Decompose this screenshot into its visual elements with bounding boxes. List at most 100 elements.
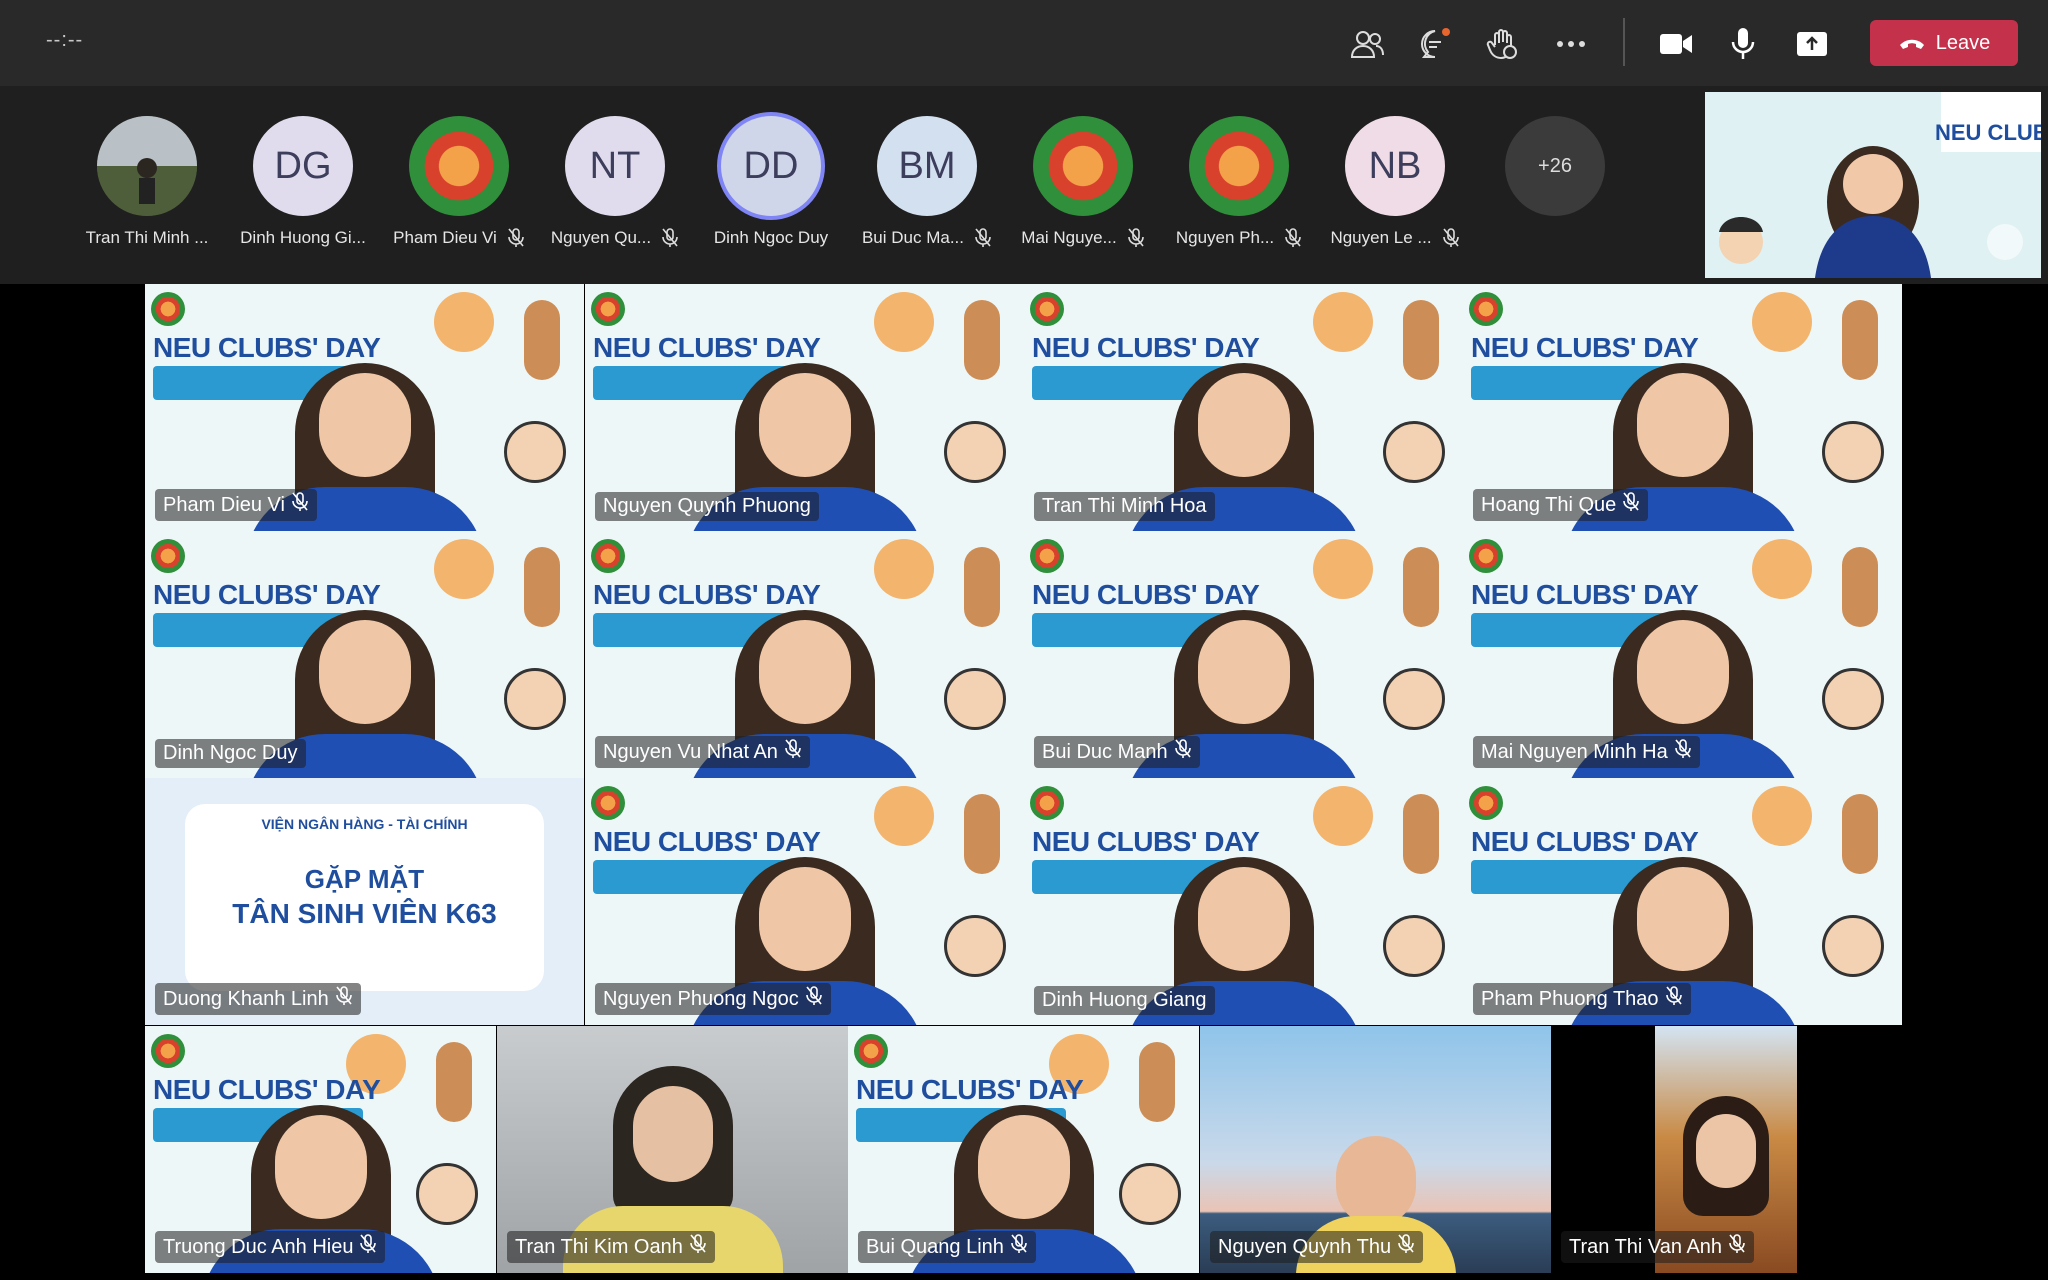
banner-title: NEU CLUBS' DAY [1032, 332, 1260, 363]
avatar: NT [565, 116, 665, 216]
toolbar-divider [1623, 18, 1625, 66]
participant-card[interactable]: DG Dinh Huong Gi... [225, 116, 381, 256]
participant-name-label: Duong Khanh Linh [155, 983, 361, 1015]
video-tile[interactable]: Tran Thi Van Anh [1551, 1026, 1902, 1273]
participant-card[interactable]: Mai Nguye... [1005, 116, 1161, 256]
participant-name: Mai Nguyen Minh Ha [1481, 740, 1668, 763]
participant-name-label: Tran Thi Van Anh [1561, 1231, 1755, 1263]
participant-name: Duong Khanh Linh [163, 987, 329, 1010]
participant-name: Pham Phuong Thao [1481, 987, 1659, 1010]
leave-button[interactable]: Leave [1870, 20, 2018, 66]
meeting-timer: --:-- [46, 29, 84, 51]
participant-name: Nguyen Le ... [1317, 228, 1473, 248]
mic-off-icon [508, 228, 524, 247]
participant-name: Bui Quang Linh [866, 1235, 1004, 1258]
video-tile[interactable]: NEU CLUBS' DAY Nguyen Phuong Ngoc [585, 778, 1024, 1025]
leave-label: Leave [1935, 31, 1991, 54]
video-tile[interactable]: NEU CLUBS' DAY Truong Duc Anh Hieu [145, 1026, 496, 1273]
participant-name: Nguyen Phuong Ngoc [603, 987, 799, 1010]
participant-card[interactable]: Pham Dieu Vi [381, 116, 537, 256]
mic-off-icon [1622, 492, 1640, 518]
slide-title: GẶP MẶT [304, 864, 425, 894]
participant-name: Dinh Ngoc Duy [163, 742, 298, 764]
participant-card[interactable]: NT Nguyen Qu... [537, 116, 693, 256]
video-tile[interactable]: Nguyen Quynh Thu [1200, 1026, 1551, 1273]
microphone-icon[interactable] [1721, 22, 1765, 66]
club-logo-avatar [1033, 116, 1133, 216]
banner-title: NEU CLUBS' DAY [1471, 826, 1699, 857]
video-tile[interactable]: NEU CLUBS' DAY Pham Dieu Vi [145, 284, 584, 531]
banner-title: NEU CLUBS' DAY [1032, 826, 1260, 857]
mic-off-icon [1442, 228, 1459, 247]
participant-name: Truong Duc Anh Hieu [163, 1235, 354, 1258]
video-tile[interactable]: NEU CLUBS' DAY Nguyen Vu Nhat An [585, 531, 1024, 778]
participant-name: Dinh Ngoc Duy [713, 228, 829, 247]
people-icon[interactable] [1345, 22, 1389, 66]
avatar: NB [1345, 116, 1445, 216]
raise-hand-icon[interactable] [1481, 22, 1525, 66]
participant-name-label: Nguyen Quynh Thu [1210, 1231, 1424, 1263]
participant-name: Pham Dieu Vi [163, 493, 285, 516]
video-tile[interactable]: NEU CLUBS' DAY Nguyen Quynh Phuong [585, 284, 1024, 531]
participant-card[interactable]: Tran Thi Minh ... [69, 116, 225, 256]
participant-name-label: Pham Phuong Thao [1473, 983, 1691, 1015]
banner-title: NEU CLUBS' DAY [856, 1074, 1084, 1105]
banner-title: NEU CLUBS' DAY [1032, 579, 1260, 610]
participant-name-label: Bui Duc Manh [1034, 736, 1200, 768]
banner-title: NEU CLUBS' DAY [593, 332, 821, 363]
participant-name: Mai Nguye... [1005, 228, 1161, 248]
more-participants-button[interactable]: +26 [1505, 116, 1605, 216]
participant-name: Pham Dieu Vi [381, 228, 537, 248]
mic-off-icon [359, 1234, 377, 1260]
participant-name: Tran Thi Minh Hoa [1042, 495, 1207, 517]
video-tile[interactable]: NEU CLUBS' DAY Tran Thi Minh Hoa [1024, 284, 1463, 531]
avatar [97, 116, 197, 216]
video-tile[interactable]: NEU CLUBS' DAY Bui Quang Linh [848, 1026, 1199, 1273]
mic-off-icon [689, 1234, 707, 1260]
video-tile[interactable]: NEU CLUBS' DAY Mai Nguyen Minh Ha [1463, 531, 1902, 778]
banner-title: NEU CLUBS' DAY [153, 332, 381, 363]
participant-card[interactable]: NB Nguyen Le ... [1317, 116, 1473, 256]
participant-name: Dinh Huong Gi... [240, 228, 366, 247]
participant-name: Dinh Huong Giang [1042, 989, 1207, 1011]
video-tile[interactable]: NEU CLUBS' DAY Dinh Ngoc Duy [145, 531, 584, 778]
participant-name-label: Tran Thi Minh Hoa [1034, 492, 1215, 521]
mic-off-icon [1285, 228, 1301, 247]
video-tile[interactable]: NEU CLUBS' DAY Dinh Huong Giang [1024, 778, 1463, 1025]
mic-off-icon [1010, 1234, 1028, 1260]
avatar: BM [877, 116, 977, 216]
participant-card[interactable]: BM Bui Duc Ma... [849, 116, 1005, 256]
participant-name: Nguyen Quynh Thu [1218, 1235, 1392, 1258]
mic-off-icon [975, 228, 991, 247]
banner-title: NEU CLUBS' DAY [593, 826, 821, 857]
video-tile[interactable]: Tran Thi Kim Oanh [497, 1026, 848, 1273]
mic-off-icon [1665, 986, 1683, 1012]
participant-name-label: Mai Nguyen Minh Ha [1473, 736, 1700, 768]
participant-name: Tran Thi Kim Oanh [515, 1235, 683, 1258]
video-tile[interactable]: NEU CLUBS' DAY Pham Phuong Thao [1463, 778, 1902, 1025]
participant-name-label: Nguyen Vu Nhat An [595, 736, 810, 768]
participant-card[interactable]: DD Dinh Ngoc Duy [693, 116, 849, 256]
chat-icon[interactable] [1413, 22, 1457, 66]
camera-icon[interactable] [1654, 22, 1698, 66]
video-tile[interactable]: VIỆN NGÂN HÀNG - TÀI CHÍNH GẶP MẶT TÂN SIN… [145, 778, 584, 1025]
participant-name-label: Dinh Ngoc Duy [155, 739, 306, 768]
participant-name-label: Dinh Huong Giang [1034, 986, 1215, 1015]
participant-name: Nguyen Quynh Phuong [603, 495, 811, 517]
banner-title: NEU CLUBS' DAY [1471, 579, 1699, 610]
self-view-video[interactable]: NEU CLUBS' D [1705, 92, 2041, 278]
participant-name: Nguyen Qu... [537, 228, 693, 248]
more-options-icon[interactable] [1549, 22, 1593, 66]
banner-title: NEU CLUBS' DAY [153, 579, 381, 610]
participant-name: Hoang Thi Que [1481, 493, 1617, 516]
participant-card[interactable]: Nguyen Ph... [1161, 116, 1317, 256]
video-tile[interactable]: NEU CLUBS' DAY Hoang Thi Que [1463, 284, 1902, 531]
share-screen-icon[interactable] [1790, 22, 1834, 66]
video-tile[interactable]: NEU CLUBS' DAY Bui Duc Manh [1024, 531, 1463, 778]
avatar: DD [721, 116, 821, 216]
participant-name-label: Hoang Thi Que [1473, 489, 1649, 521]
participant-name-label: Nguyen Phuong Ngoc [595, 983, 831, 1015]
participant-name-label: Bui Quang Linh [858, 1231, 1036, 1263]
participant-name: Bui Duc Ma... [849, 228, 1005, 248]
mic-off-icon [662, 228, 678, 247]
